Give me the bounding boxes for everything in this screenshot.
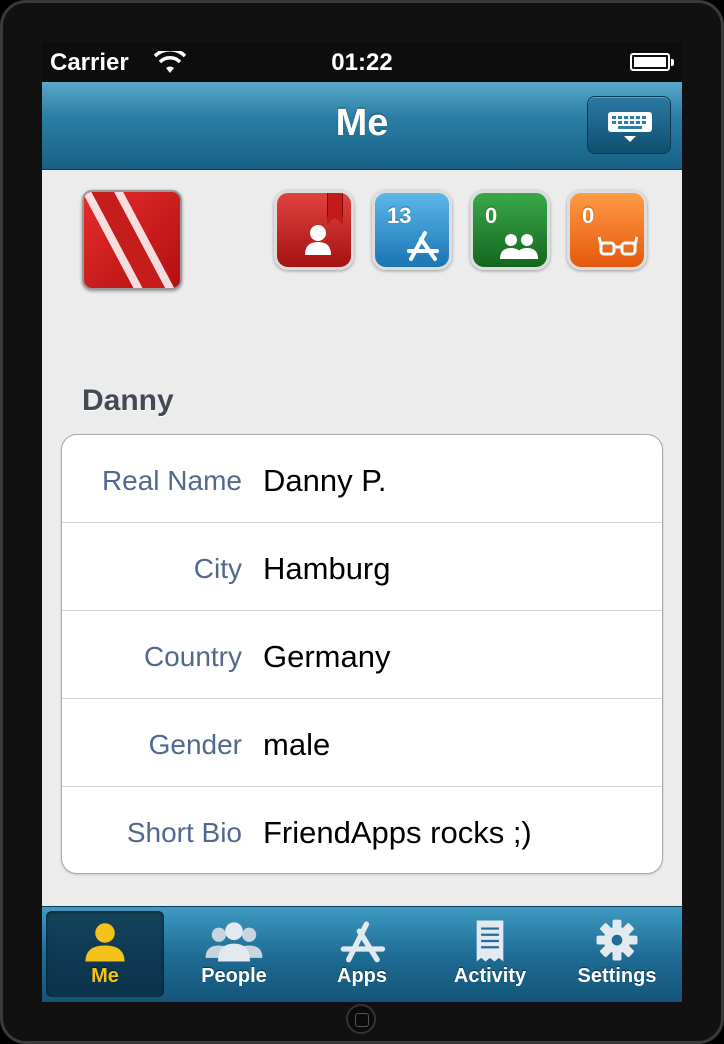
gear-icon [596, 919, 638, 961]
people-icon [500, 234, 538, 259]
bookmark-ribbon-icon [327, 193, 343, 225]
field-label: Real Name [101, 465, 242, 496]
followers-badge[interactable]: 0 [567, 190, 647, 270]
profile-fields-table: Real Name Danny P. City Hamburg Country … [61, 434, 663, 874]
keyboard-icon [608, 112, 652, 142]
field-value: FriendApps rocks ;) [263, 815, 532, 850]
screen: Carrier 01:22 Me 13 0 0 Danny Real Name … [42, 42, 682, 1002]
tab-label: Activity [453, 965, 527, 987]
field-row-country[interactable]: Country Germany [62, 611, 662, 699]
tab-label: Apps [337, 965, 387, 987]
tab-label: Me [91, 965, 119, 987]
avatar[interactable] [82, 190, 182, 290]
status-bar: Carrier 01:22 [42, 42, 682, 82]
battery-icon [630, 53, 674, 71]
home-button[interactable] [346, 1004, 376, 1034]
field-label: City [193, 553, 242, 584]
field-label: Gender [148, 729, 242, 760]
person-icon [305, 225, 331, 255]
field-row-real-name[interactable]: Real Name Danny P. [62, 435, 662, 523]
field-label: Country [143, 641, 242, 672]
tab-label: People [201, 965, 267, 987]
friends-badge[interactable]: 0 [470, 190, 550, 270]
glasses-icon [598, 236, 638, 256]
appstore-icon [340, 921, 386, 963]
bookmarks-badge[interactable] [274, 190, 354, 270]
page-title: Me [335, 102, 389, 144]
profile-content: 13 0 0 Danny Real Name Danny P. City Ham… [42, 170, 682, 972]
field-value: Germany [263, 639, 391, 674]
receipt-icon [476, 920, 504, 962]
navigation-bar: Me [42, 82, 682, 170]
field-value: male [263, 727, 331, 762]
field-row-gender[interactable]: Gender male [62, 699, 662, 787]
tab-apps[interactable]: Apps [303, 911, 421, 997]
friends-count: 0 [485, 203, 498, 228]
tab-activity[interactable]: Activity [431, 911, 549, 997]
keyboard-button[interactable] [587, 96, 671, 154]
status-time: 01:22 [331, 49, 393, 76]
field-value: Hamburg [263, 551, 391, 586]
people-icon [205, 922, 263, 962]
tab-bar: Me People Apps Activity Settings [42, 906, 682, 1002]
followers-count: 0 [582, 203, 595, 228]
field-row-city[interactable]: City Hamburg [62, 523, 662, 611]
appstore-icon [407, 231, 439, 261]
apps-badge[interactable]: 13 [372, 190, 452, 270]
tab-label: Settings [577, 965, 657, 987]
tab-settings[interactable]: Settings [558, 911, 676, 997]
username: Danny [82, 384, 174, 417]
field-label: Short Bio [126, 817, 242, 848]
tab-me[interactable]: Me [46, 911, 164, 997]
field-value: Danny P. [263, 463, 387, 498]
field-row-short-bio[interactable]: Short Bio FriendApps rocks ;) [62, 787, 662, 873]
tab-people[interactable]: People [175, 911, 293, 997]
apps-count: 13 [387, 203, 412, 228]
person-icon [85, 923, 125, 962]
